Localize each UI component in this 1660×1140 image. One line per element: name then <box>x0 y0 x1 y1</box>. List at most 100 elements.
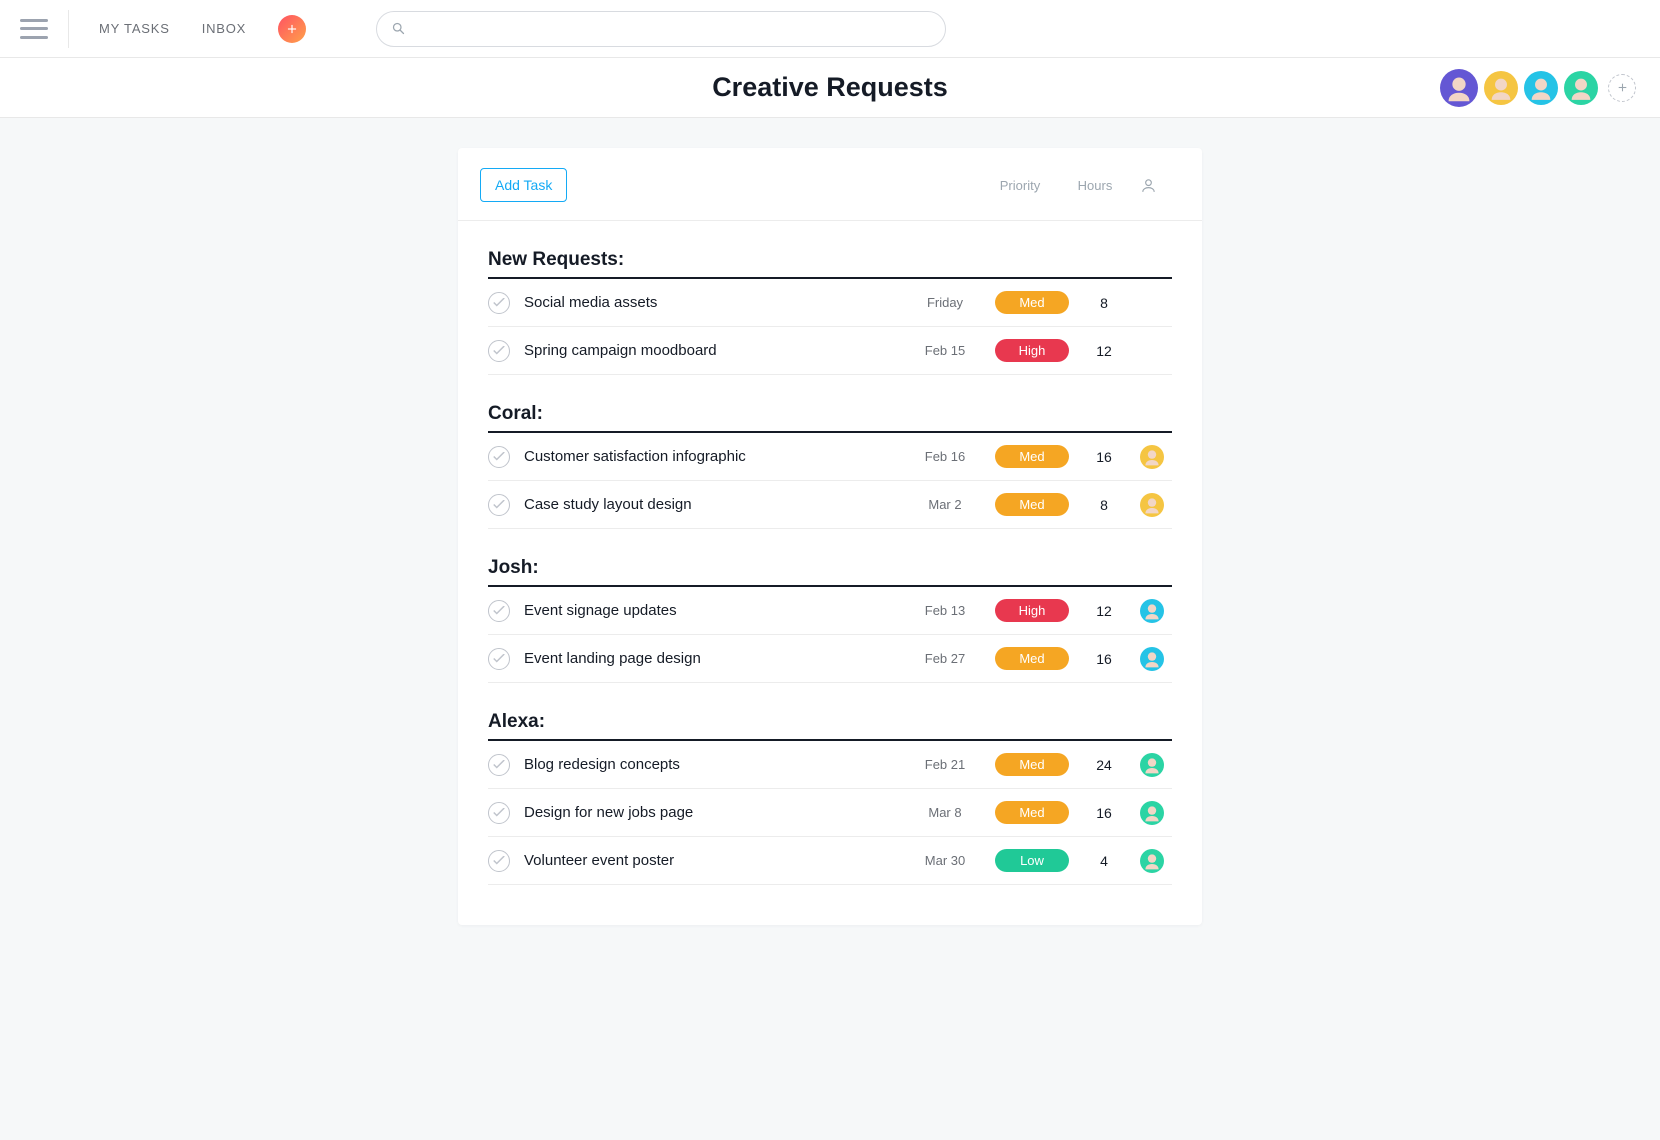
complete-toggle[interactable] <box>488 802 510 824</box>
column-assignee-icon <box>1130 177 1166 194</box>
task-title: Customer satisfaction infographic <box>524 448 902 465</box>
task-date: Mar 30 <box>902 853 988 868</box>
column-hours-label: Hours <box>1060 178 1130 193</box>
task-row[interactable]: Volunteer event poster Mar 30 Low 4 <box>488 837 1172 885</box>
complete-toggle[interactable] <box>488 340 510 362</box>
task-title: Spring campaign moodboard <box>524 342 902 359</box>
panel-header: Add Task Priority Hours <box>458 148 1202 221</box>
task-title: Event signage updates <box>524 602 902 619</box>
task-hours: 8 <box>1076 497 1132 513</box>
task-hours: 12 <box>1076 343 1132 359</box>
task-hours: 12 <box>1076 603 1132 619</box>
task-priority[interactable]: Med <box>988 801 1076 824</box>
task-row[interactable]: Customer satisfaction infographic Feb 16… <box>488 433 1172 481</box>
search-input-container[interactable] <box>376 11 946 47</box>
task-title: Volunteer event poster <box>524 852 902 869</box>
task-row[interactable]: Event signage updates Feb 13 High 12 <box>488 587 1172 635</box>
task-priority[interactable]: Med <box>988 445 1076 468</box>
task-assignee[interactable] <box>1132 599 1172 623</box>
nav-my-tasks[interactable]: MY TASKS <box>99 21 170 36</box>
check-icon <box>493 760 505 769</box>
task-assignee[interactable] <box>1132 849 1172 873</box>
add-button[interactable] <box>278 15 306 43</box>
priority-pill: Med <box>995 291 1069 314</box>
section-title[interactable]: Coral: <box>488 403 1172 433</box>
check-icon <box>493 808 505 817</box>
task-hours: 16 <box>1076 449 1132 465</box>
task-date: Feb 27 <box>902 651 988 666</box>
priority-pill: Med <box>995 445 1069 468</box>
section-title[interactable]: Josh: <box>488 557 1172 587</box>
task-title: Design for new jobs page <box>524 804 902 821</box>
task-row[interactable]: Design for new jobs page Mar 8 Med 16 <box>488 789 1172 837</box>
task-assignee[interactable] <box>1132 753 1172 777</box>
check-icon <box>493 856 505 865</box>
assignee-avatar[interactable] <box>1140 647 1164 671</box>
complete-toggle[interactable] <box>488 850 510 872</box>
task-date: Feb 13 <box>902 603 988 618</box>
divider <box>68 10 69 48</box>
nav-inbox[interactable]: INBOX <box>202 21 246 36</box>
complete-toggle[interactable] <box>488 600 510 622</box>
task-row[interactable]: Case study layout design Mar 2 Med 8 <box>488 481 1172 529</box>
complete-toggle[interactable] <box>488 754 510 776</box>
assignee-avatar[interactable] <box>1140 493 1164 517</box>
assignee-avatar[interactable] <box>1140 599 1164 623</box>
task-row[interactable]: Social media assets Friday Med 8 <box>488 279 1172 327</box>
priority-pill: Med <box>995 801 1069 824</box>
task-priority[interactable]: Med <box>988 493 1076 516</box>
section-title[interactable]: New Requests: <box>488 249 1172 279</box>
task-priority[interactable]: Med <box>988 753 1076 776</box>
member-avatar[interactable] <box>1440 69 1478 107</box>
complete-toggle[interactable] <box>488 292 510 314</box>
task-assignee[interactable] <box>1132 801 1172 825</box>
workspace: Add Task Priority Hours New Requests: So… <box>0 118 1660 1140</box>
member-avatar[interactable] <box>1564 71 1598 105</box>
priority-pill: Med <box>995 753 1069 776</box>
section-title[interactable]: Alexa: <box>488 711 1172 741</box>
complete-toggle[interactable] <box>488 494 510 516</box>
person-icon <box>1140 177 1157 194</box>
task-title: Case study layout design <box>524 496 902 513</box>
page-header: Creative Requests <box>0 58 1660 118</box>
priority-pill: Low <box>995 849 1069 872</box>
assignee-avatar[interactable] <box>1140 445 1164 469</box>
add-task-button[interactable]: Add Task <box>480 168 567 202</box>
assignee-avatar[interactable] <box>1140 849 1164 873</box>
column-priority-label: Priority <box>980 178 1060 193</box>
check-icon <box>493 452 505 461</box>
task-hours: 24 <box>1076 757 1132 773</box>
task-row[interactable]: Event landing page design Feb 27 Med 16 <box>488 635 1172 683</box>
member-avatar[interactable] <box>1524 71 1558 105</box>
task-title: Event landing page design <box>524 650 902 667</box>
task-assignee[interactable] <box>1132 647 1172 671</box>
task-priority[interactable]: Med <box>988 647 1076 670</box>
menu-icon[interactable] <box>20 19 48 39</box>
task-priority[interactable]: High <box>988 599 1076 622</box>
assignee-avatar[interactable] <box>1140 753 1164 777</box>
task-date: Mar 2 <box>902 497 988 512</box>
task-assignee[interactable] <box>1132 493 1172 517</box>
member-avatar[interactable] <box>1484 71 1518 105</box>
task-row[interactable]: Spring campaign moodboard Feb 15 High 12 <box>488 327 1172 375</box>
task-assignee[interactable] <box>1132 445 1172 469</box>
task-hours: 16 <box>1076 651 1132 667</box>
task-row[interactable]: Blog redesign concepts Feb 21 Med 24 <box>488 741 1172 789</box>
check-icon <box>493 606 505 615</box>
complete-toggle[interactable] <box>488 446 510 468</box>
complete-toggle[interactable] <box>488 648 510 670</box>
add-member-button[interactable] <box>1608 74 1636 102</box>
task-date: Feb 16 <box>902 449 988 464</box>
task-priority[interactable]: Med <box>988 291 1076 314</box>
page-title: Creative Requests <box>712 72 948 103</box>
task-priority[interactable]: High <box>988 339 1076 362</box>
search-input[interactable] <box>414 21 931 37</box>
task-date: Friday <box>902 295 988 310</box>
members-list <box>1440 69 1636 107</box>
column-headers: Priority Hours <box>980 177 1166 194</box>
assignee-avatar[interactable] <box>1140 801 1164 825</box>
check-icon <box>493 500 505 509</box>
task-hours: 8 <box>1076 295 1132 311</box>
task-priority[interactable]: Low <box>988 849 1076 872</box>
task-hours: 4 <box>1076 853 1132 869</box>
